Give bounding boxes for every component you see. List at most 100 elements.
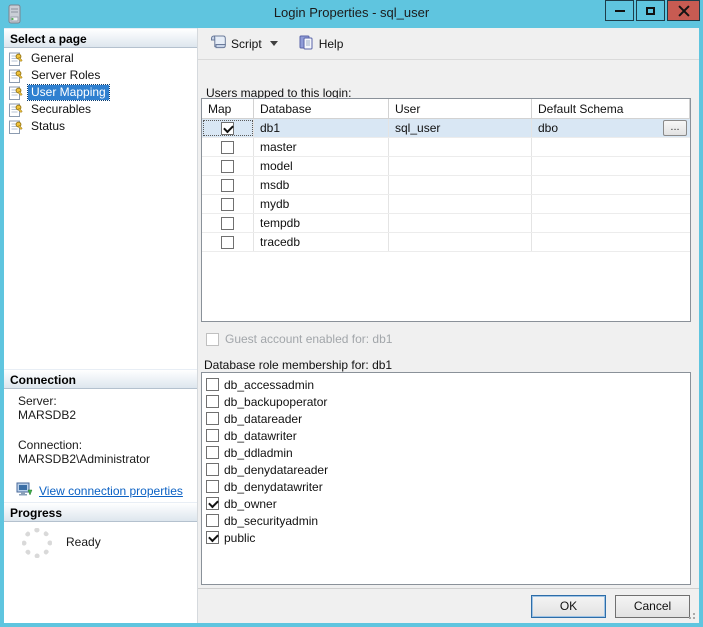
map-checkbox[interactable] [221, 159, 234, 173]
minimize-icon [614, 9, 625, 12]
role-item-db-backupoperator[interactable]: db_backupoperator [202, 393, 690, 410]
map-checkbox[interactable] [221, 178, 234, 192]
database-cell[interactable]: mydb [254, 195, 389, 213]
guest-account-label: Guest account enabled for: db1 [225, 332, 393, 346]
role-label: db_ddladmin [224, 445, 293, 460]
progress-header: Progress [4, 502, 197, 522]
script-button[interactable]: Script [205, 31, 283, 56]
help-button[interactable]: Help [293, 31, 349, 57]
table-row-tempdb[interactable]: tempdb [202, 214, 690, 233]
select-page-header: Select a page [4, 28, 197, 48]
role-item-db-accessadmin[interactable]: db_accessadmin [202, 376, 690, 393]
guest-account-row: Guest account enabled for: db1 [206, 332, 392, 346]
column-header-default-schema[interactable]: Default Schema [532, 99, 690, 118]
role-label: db_owner [224, 496, 277, 511]
page-key-icon [8, 68, 24, 84]
script-dropdown-icon[interactable] [269, 41, 278, 46]
map-checkbox[interactable] [221, 140, 234, 154]
role-checkbox[interactable] [206, 514, 219, 527]
view-connection-properties-link[interactable]: View connection properties [39, 484, 183, 498]
ok-button[interactable]: OK [531, 595, 606, 618]
default-schema-cell[interactable] [532, 176, 690, 194]
table-row-master[interactable]: master [202, 138, 690, 157]
user-cell[interactable] [389, 157, 532, 175]
role-item-db-denydatawriter[interactable]: db_denydatawriter [202, 478, 690, 495]
user-cell[interactable] [389, 138, 532, 156]
default-schema-cell[interactable] [532, 157, 690, 175]
role-checkbox[interactable] [206, 378, 219, 391]
table-row-db1[interactable]: db1 sql_user dbo... [202, 119, 690, 138]
server-value: MARSDB2 [18, 408, 77, 422]
role-membership-list: db_accessadmin db_backupoperator db_datare… [201, 372, 691, 585]
role-item-db-securityadmin[interactable]: db_securityadmin [202, 512, 690, 529]
map-checkbox[interactable] [221, 235, 234, 249]
default-schema-cell[interactable] [532, 214, 690, 232]
sidebar-item-user-mapping[interactable]: User Mapping [4, 84, 197, 101]
role-label: public [224, 530, 256, 545]
database-cell[interactable]: model [254, 157, 389, 175]
column-header-database[interactable]: Database [254, 99, 389, 118]
role-item-db-datawriter[interactable]: db_datawriter [202, 427, 690, 444]
role-checkbox[interactable] [206, 446, 219, 459]
cancel-button[interactable]: Cancel [615, 595, 690, 618]
user-cell[interactable] [389, 195, 532, 213]
database-cell[interactable]: db1 [254, 119, 389, 137]
default-schema-cell[interactable] [532, 195, 690, 213]
column-header-map[interactable]: Map [202, 99, 254, 118]
page-key-icon [8, 102, 24, 118]
close-button[interactable] [667, 0, 700, 21]
table-row-model[interactable]: model [202, 157, 690, 176]
minimize-button[interactable] [605, 0, 634, 21]
role-checkbox[interactable] [206, 480, 219, 493]
table-row-mydb[interactable]: mydb [202, 195, 690, 214]
sidebar-item-server-roles[interactable]: Server Roles [4, 67, 197, 84]
table-row-msdb[interactable]: msdb [202, 176, 690, 195]
role-checkbox[interactable] [206, 497, 219, 510]
user-cell[interactable] [389, 176, 532, 194]
table-header-row: Map Database User Default Schema [202, 99, 690, 119]
connection-properties-icon [16, 482, 33, 500]
footer: OK Cancel [198, 588, 699, 623]
column-header-user[interactable]: User [389, 99, 532, 118]
sidebar: Select a page General Server Roles User Ma… [4, 28, 197, 623]
user-cell[interactable] [389, 214, 532, 232]
role-item-db-ddladmin[interactable]: db_ddladmin [202, 444, 690, 461]
role-item-db-owner[interactable]: db_owner [202, 495, 690, 512]
role-label: db_accessadmin [224, 377, 315, 392]
role-item-db-datareader[interactable]: db_datareader [202, 410, 690, 427]
maximize-button[interactable] [636, 0, 665, 21]
database-cell[interactable]: msdb [254, 176, 389, 194]
role-label: db_denydatawriter [224, 479, 323, 494]
database-cell[interactable]: tracedb [254, 233, 389, 251]
map-checkbox[interactable] [221, 121, 234, 135]
user-cell[interactable] [389, 233, 532, 251]
script-scroll-icon [210, 34, 227, 53]
role-item-public[interactable]: public [202, 529, 690, 546]
table-row-tracedb[interactable]: tracedb [202, 233, 690, 252]
resize-grip[interactable] [685, 609, 697, 621]
browse-schema-button[interactable]: ... [663, 120, 687, 136]
map-checkbox[interactable] [221, 197, 234, 211]
table-rows: db1 sql_user dbo... master model msdb mydb temp… [202, 119, 690, 252]
user-cell[interactable]: sql_user [389, 119, 532, 137]
role-checkbox[interactable] [206, 429, 219, 442]
role-checkbox[interactable] [206, 531, 219, 544]
role-checkbox[interactable] [206, 412, 219, 425]
sidebar-item-status[interactable]: Status [4, 118, 197, 135]
role-checkbox[interactable] [206, 395, 219, 408]
sidebar-item-securables[interactable]: Securables [4, 101, 197, 118]
map-checkbox[interactable] [221, 216, 234, 230]
role-checkbox[interactable] [206, 463, 219, 476]
window-title: Login Properties - sql_user [273, 5, 430, 20]
role-label: db_denydatareader [224, 462, 329, 477]
database-cell[interactable]: master [254, 138, 389, 156]
progress-spinner-icon [22, 528, 52, 558]
default-schema-cell[interactable]: dbo... [532, 119, 690, 137]
sidebar-item-general[interactable]: General [4, 50, 197, 67]
role-item-db-denydatareader[interactable]: db_denydatareader [202, 461, 690, 478]
default-schema-cell[interactable] [532, 138, 690, 156]
close-icon [678, 5, 690, 17]
sidebar-item-label: General [31, 51, 74, 65]
database-cell[interactable]: tempdb [254, 214, 389, 232]
default-schema-cell[interactable] [532, 233, 690, 251]
